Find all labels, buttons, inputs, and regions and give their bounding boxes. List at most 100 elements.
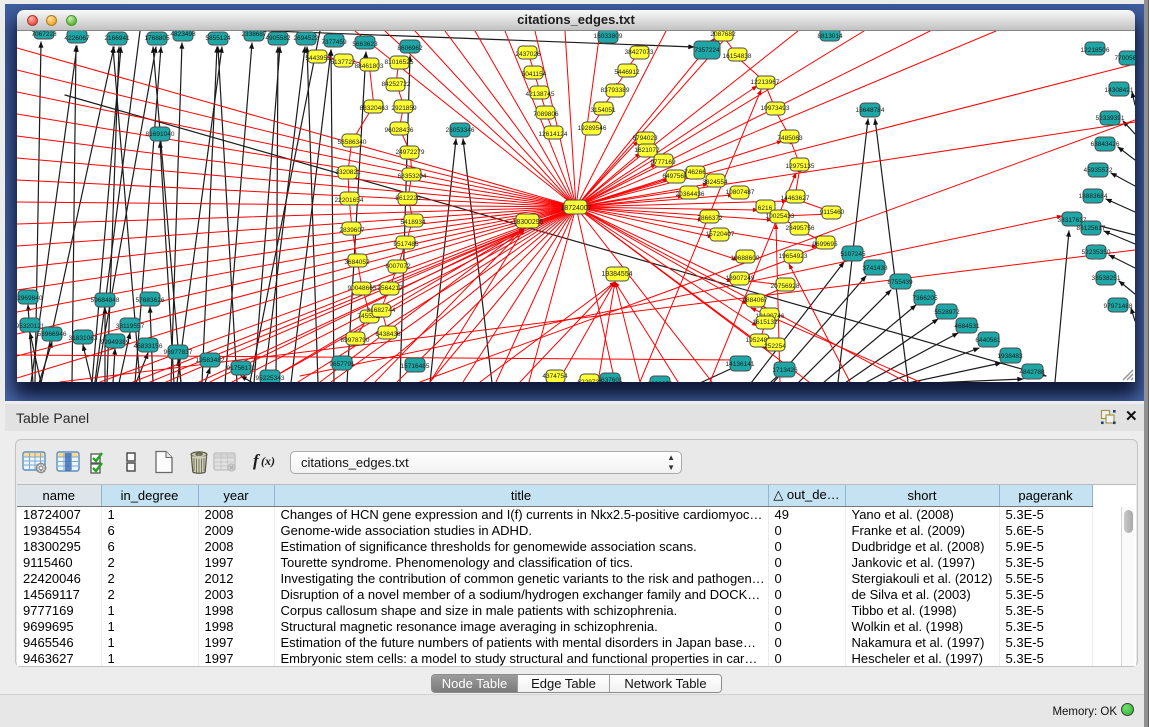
svg-text:6229731: 6229731	[577, 379, 603, 382]
svg-text:3564217: 3564217	[377, 285, 403, 292]
svg-text:5446912: 5446912	[614, 69, 640, 76]
svg-text:5663623: 5663623	[352, 41, 378, 48]
svg-text:86125617: 86125617	[1077, 225, 1106, 232]
svg-text:77005685: 77005685	[1115, 55, 1135, 62]
svg-text:15716485: 15716485	[401, 363, 430, 370]
svg-text:45935572: 45935572	[1084, 167, 1113, 174]
svg-text:57683626: 57683626	[136, 297, 165, 304]
svg-text:52339391: 52339391	[1096, 115, 1125, 122]
svg-text:58586340: 58586340	[338, 139, 367, 146]
svg-text:83793389: 83793389	[601, 87, 630, 94]
svg-text:16154838: 16154838	[723, 53, 752, 60]
svg-text:14463627: 14463627	[781, 195, 810, 202]
svg-text:7366205: 7366205	[912, 295, 938, 302]
svg-text:4684531: 4684531	[954, 323, 980, 330]
svg-text:7089806: 7089806	[533, 111, 559, 118]
svg-text:95225343: 95225343	[256, 375, 285, 382]
svg-text:19583482: 19583482	[196, 357, 225, 364]
svg-text:99949389: 99949389	[101, 339, 130, 346]
svg-text:3154051: 3154051	[590, 107, 616, 114]
svg-text:23495756: 23495756	[786, 225, 815, 232]
svg-text:26053346: 26053346	[446, 127, 475, 134]
svg-text:6216: 6216	[758, 205, 773, 212]
svg-text:45833156: 45833156	[134, 343, 163, 350]
svg-text:12975135: 12975135	[786, 163, 815, 170]
svg-text:97971488: 97971488	[1104, 303, 1133, 310]
svg-text:2166941: 2166941	[104, 35, 130, 42]
svg-text:5443951: 5443951	[305, 55, 331, 62]
svg-text:6440561: 6440561	[975, 337, 1001, 344]
svg-text:19289546: 19289546	[578, 125, 607, 132]
svg-text:14136141: 14136141	[726, 361, 755, 368]
svg-text:14308421: 14308421	[1105, 87, 1134, 94]
svg-text:22201654: 22201654	[335, 197, 364, 204]
svg-text:5137722: 5137722	[330, 59, 356, 66]
svg-text:38427073: 38427073	[625, 49, 654, 56]
svg-text:9115460: 9115460	[820, 209, 845, 216]
svg-text:8606962: 8606962	[397, 45, 423, 52]
svg-text:8698256: 8698256	[647, 381, 673, 382]
svg-text:2694522: 2694522	[293, 35, 319, 42]
svg-text:5528972: 5528972	[934, 309, 960, 316]
svg-text:9777169: 9777169	[650, 159, 676, 166]
svg-text:2839607: 2839607	[339, 227, 365, 234]
svg-text:1938483: 1938483	[997, 353, 1023, 360]
svg-text:31831063: 31831063	[69, 335, 98, 342]
svg-text:96028436: 96028436	[385, 127, 414, 134]
svg-text:31682744: 31682744	[367, 307, 396, 314]
svg-text:32969840: 32969840	[17, 295, 43, 302]
svg-text:8813014: 8813014	[817, 33, 843, 40]
svg-text:9884067: 9884067	[742, 297, 768, 304]
svg-text:5041154: 5041154	[522, 71, 547, 78]
svg-text:38538251: 38538251	[1092, 275, 1121, 282]
svg-text:59684848: 59684848	[91, 297, 120, 304]
svg-text:7377459: 7377459	[321, 39, 347, 46]
svg-text:7485063: 7485063	[777, 135, 803, 142]
svg-text:8755439: 8755439	[887, 279, 913, 286]
svg-text:89978790: 89978790	[341, 337, 370, 344]
svg-text:18907249: 18907249	[726, 275, 755, 282]
svg-text:2087682: 2087682	[710, 31, 736, 38]
svg-text:91756179: 91756179	[227, 365, 256, 372]
svg-text:3320821: 3320821	[335, 169, 361, 176]
svg-text:90048665: 90048665	[348, 285, 377, 292]
svg-text:6438436: 6438436	[375, 331, 401, 338]
svg-text:19654923: 19654923	[779, 253, 808, 260]
svg-text:6007072: 6007072	[385, 263, 411, 270]
svg-text:2921859: 2921859	[391, 105, 417, 112]
svg-text:15720407: 15720407	[706, 231, 735, 238]
svg-text:42138745: 42138745	[526, 91, 555, 98]
svg-text:4905582: 4905582	[265, 35, 291, 42]
svg-text:4374754: 4374754	[542, 373, 568, 380]
svg-text:2338687: 2338687	[241, 31, 267, 38]
svg-text:10807487: 10807487	[726, 189, 755, 196]
svg-text:3824554: 3824554	[702, 179, 728, 186]
svg-text:16033809: 16033809	[594, 33, 623, 40]
svg-text:4823498: 4823498	[170, 31, 196, 38]
svg-text:18883684: 18883684	[1079, 193, 1108, 200]
svg-text:19384554: 19384554	[601, 271, 632, 278]
svg-text:7357224: 7357224	[694, 47, 720, 54]
svg-text:1615132: 1615132	[752, 319, 778, 326]
svg-text:5418934: 5418934	[400, 219, 426, 226]
svg-text:9657791: 9657791	[329, 361, 355, 368]
svg-text:9699695: 9699695	[812, 241, 838, 248]
svg-text:2437026: 2437026	[515, 51, 541, 58]
svg-text:1713426: 1713426	[772, 367, 798, 374]
svg-text:16648784: 16648784	[856, 107, 885, 114]
svg-text:10688609: 10688609	[731, 255, 760, 262]
svg-text:f: f	[253, 451, 261, 470]
svg-text:81016525: 81016525	[385, 59, 414, 66]
svg-text:96977837: 96977837	[164, 349, 193, 356]
svg-text:84252722: 84252722	[382, 81, 411, 88]
svg-text:38119557: 38119557	[116, 323, 145, 330]
svg-text:4226067: 4226067	[64, 35, 90, 42]
svg-text:4842788: 4842788	[1019, 369, 1045, 376]
svg-text:9517485: 9517485	[393, 241, 419, 248]
svg-text:7067228: 7067228	[31, 31, 57, 38]
svg-text:(x): (x)	[261, 454, 275, 468]
svg-text:88320463: 88320463	[360, 105, 389, 112]
svg-text:1621072: 1621072	[634, 147, 660, 154]
svg-text:88461803: 88461803	[355, 63, 384, 70]
svg-text:58966946: 58966946	[38, 331, 67, 338]
